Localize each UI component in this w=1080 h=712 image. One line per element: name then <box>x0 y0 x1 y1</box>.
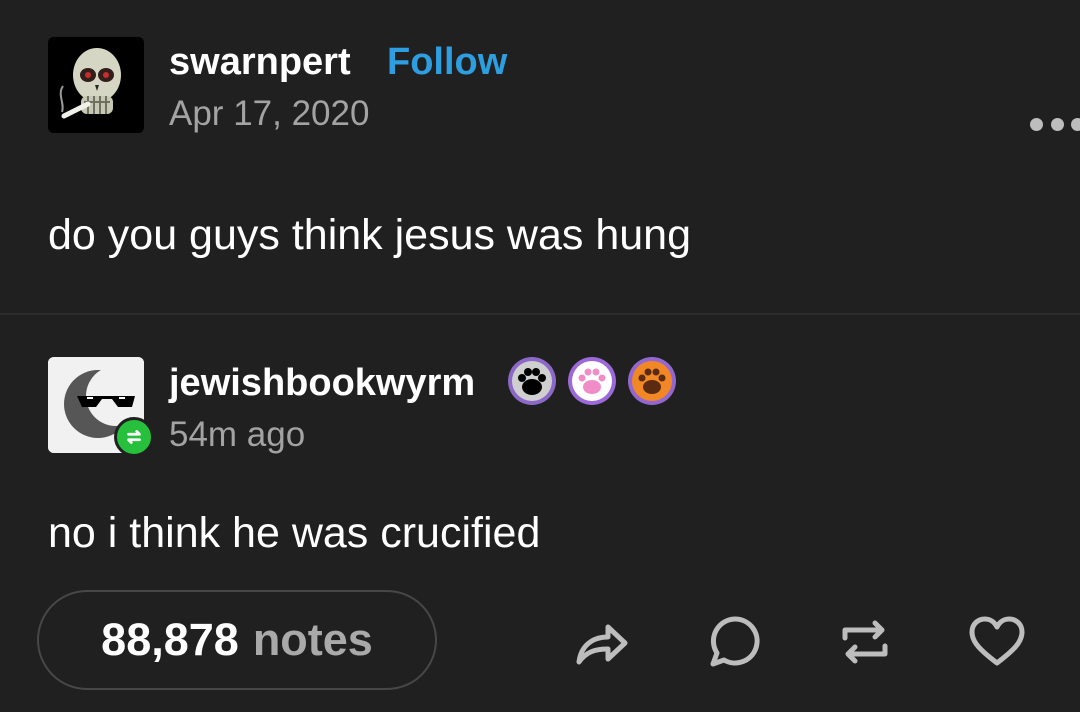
purple-white-pink-paw-icon[interactable] <box>568 357 616 405</box>
original-post-text: do you guys think jesus was hung <box>48 211 692 259</box>
purple-black-paw-icon[interactable] <box>508 357 556 405</box>
swarnpert-avatar[interactable] <box>48 37 144 133</box>
post-author-username[interactable]: swarnpert <box>169 41 351 84</box>
reblog-text: no i think he was crucified <box>48 509 541 557</box>
notes-button[interactable]: 88,878 notes <box>37 590 437 690</box>
reblog-icon[interactable] <box>835 612 895 672</box>
reblog-badge-icon <box>114 417 154 457</box>
post-date: Apr 17, 2020 <box>169 94 370 133</box>
more-dot <box>1071 117 1080 131</box>
post-divider <box>0 313 1080 315</box>
comment-icon[interactable] <box>705 612 765 672</box>
original-post-header: swarnpert Follow Apr 17, 2020 <box>48 37 1080 137</box>
like-icon[interactable] <box>967 612 1027 672</box>
purple-orange-paw-icon[interactable] <box>628 357 676 405</box>
more-options-icon[interactable] <box>1030 115 1080 133</box>
more-dot <box>1050 117 1064 131</box>
reblogger-username[interactable]: jewishbookwyrm <box>169 362 475 405</box>
reblog-header: jewishbookwyrm 54m ago <box>48 357 1038 457</box>
reblog-time: 54m ago <box>169 415 306 454</box>
more-dot <box>1030 117 1043 131</box>
notes-label: notes <box>252 614 373 665</box>
share-icon[interactable] <box>571 612 631 672</box>
notes-count: 88,878 <box>101 614 239 665</box>
follow-button[interactable]: Follow <box>387 41 507 84</box>
